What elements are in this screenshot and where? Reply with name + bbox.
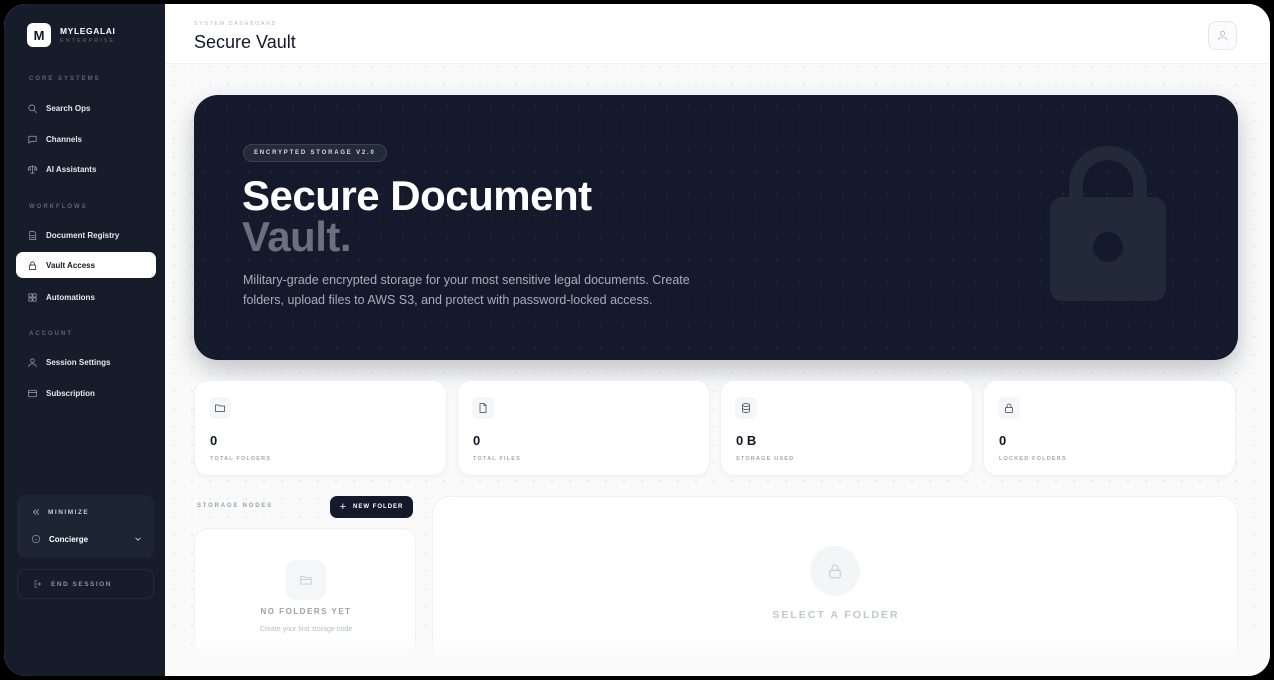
card-icon	[28, 389, 37, 397]
section-label-workflows: WORKFLOWS	[29, 204, 88, 210]
sidebar-bottom-panel: MINIMIZE Concierge	[17, 495, 154, 558]
stat-label: LOCKED FOLDERS	[999, 456, 1067, 462]
brand-name: MYLEGALAI	[60, 26, 116, 36]
storage-nodes-label: STORAGE NODES	[197, 503, 273, 509]
concierge-dropdown[interactable]: Concierge	[31, 534, 143, 544]
profile-button[interactable]	[1208, 21, 1237, 50]
sidebar-item-vault-access[interactable]: Vault Access	[16, 252, 156, 278]
stat-card-storage-used: 0 B STORAGE USED	[720, 380, 973, 476]
lock-icon	[1050, 146, 1166, 301]
chat-icon	[28, 135, 37, 144]
file-icon	[479, 403, 487, 413]
sidebar-item-label: Document Registry	[46, 230, 120, 240]
sidebar-item-session-settings[interactable]: Session Settings	[16, 349, 156, 375]
hero-badge: ENCRYPTED STORAGE V2.0	[243, 144, 387, 162]
search-icon	[28, 103, 37, 113]
logo: M	[27, 23, 51, 47]
folder-icon	[215, 404, 225, 412]
bottom-fade	[165, 634, 1270, 676]
end-session-label: END SESSION	[51, 580, 112, 588]
sidebar: M MYLEGALAI ENTERPRISE CORE SYSTEMS Sear…	[4, 4, 165, 676]
breadcrumb: SYSTEM.DASHBOARD	[194, 21, 277, 27]
section-label-core-systems: CORE SYSTEMS	[29, 76, 101, 82]
minimize-button[interactable]: MINIMIZE	[31, 507, 89, 517]
stat-card-locked-folders: 0 LOCKED FOLDERS	[983, 380, 1236, 476]
hero-title-accent: Vault.	[242, 213, 352, 260]
empty-subtitle: Create your first storage node	[259, 626, 353, 633]
logout-icon	[34, 580, 41, 588]
stat-label: TOTAL FILES	[473, 456, 522, 462]
new-folder-label: NEW FOLDER	[353, 504, 404, 510]
page-title: Secure Vault	[194, 32, 296, 52]
stat-value: 0 B	[736, 433, 757, 448]
sidebar-item-label: Automations	[46, 292, 95, 302]
main-content: SYSTEM.DASHBOARD Secure Vault ENCRYPTED …	[165, 4, 1270, 676]
topbar: SYSTEM.DASHBOARD Secure Vault	[165, 4, 1270, 64]
document-icon	[29, 230, 37, 240]
info-icon	[31, 534, 41, 544]
stat-card-total-folders: 0 TOTAL FOLDERS	[194, 380, 447, 476]
stat-value: 0	[999, 433, 1007, 448]
sidebar-item-document-registry[interactable]: Document Registry	[16, 222, 156, 248]
brand[interactable]: M MYLEGALAI ENTERPRISE	[27, 23, 115, 47]
sidebar-item-label: Vault Access	[46, 260, 96, 270]
stat-card-total-files: 0 TOTAL FILES	[457, 380, 710, 476]
grid-icon	[28, 292, 37, 302]
sidebar-item-label: Search Ops	[46, 103, 91, 113]
select-folder-placeholder: SELECT A FOLDER	[772, 609, 900, 621]
sidebar-item-label: Session Settings	[46, 357, 111, 367]
scale-icon	[27, 164, 38, 174]
hero-banner: ENCRYPTED STORAGE V2.0 Secure Document V…	[194, 95, 1238, 360]
empty-title: NO FOLDERS YET	[260, 607, 352, 616]
new-folder-button[interactable]: + NEW FOLDER	[330, 496, 413, 518]
sidebar-item-label: AI Assistants	[46, 164, 97, 174]
end-session-button[interactable]: END SESSION	[17, 569, 154, 599]
app-window: M MYLEGALAI ENTERPRISE CORE SYSTEMS Sear…	[4, 4, 1270, 676]
sidebar-item-label: Subscription	[46, 388, 95, 398]
stat-value: 0	[210, 433, 218, 448]
sidebar-item-channels[interactable]: Channels	[16, 126, 156, 152]
sidebar-item-ai-assistants[interactable]: AI Assistants	[16, 156, 156, 182]
user-icon	[28, 357, 37, 367]
hero-title: Secure Document	[242, 172, 592, 219]
stat-label: STORAGE USED	[736, 456, 795, 462]
user-icon	[1217, 30, 1228, 41]
chevron-down-icon	[135, 537, 141, 541]
stat-label: TOTAL FOLDERS	[210, 456, 272, 462]
database-icon	[742, 403, 750, 413]
section-label-account: ACCOUNT	[29, 331, 73, 337]
sidebar-item-automations[interactable]: Automations	[16, 284, 156, 310]
concierge-label: Concierge	[49, 534, 89, 544]
sidebar-item-label: Channels	[46, 134, 83, 144]
lock-icon	[829, 564, 841, 579]
sidebar-item-subscription[interactable]: Subscription	[16, 380, 156, 406]
plus-icon: +	[339, 501, 348, 513]
sidebar-item-search-ops[interactable]: Search Ops	[16, 95, 156, 121]
hero-description: Military-grade encrypted storage for you…	[243, 273, 690, 307]
lock-icon	[28, 260, 37, 270]
brand-subtitle: ENTERPRISE	[60, 38, 116, 44]
folder-icon	[300, 576, 312, 585]
minimize-label: MINIMIZE	[48, 508, 90, 516]
lock-icon	[1005, 403, 1013, 413]
double-chevron-left-icon	[33, 509, 40, 515]
stat-value: 0	[473, 433, 481, 448]
